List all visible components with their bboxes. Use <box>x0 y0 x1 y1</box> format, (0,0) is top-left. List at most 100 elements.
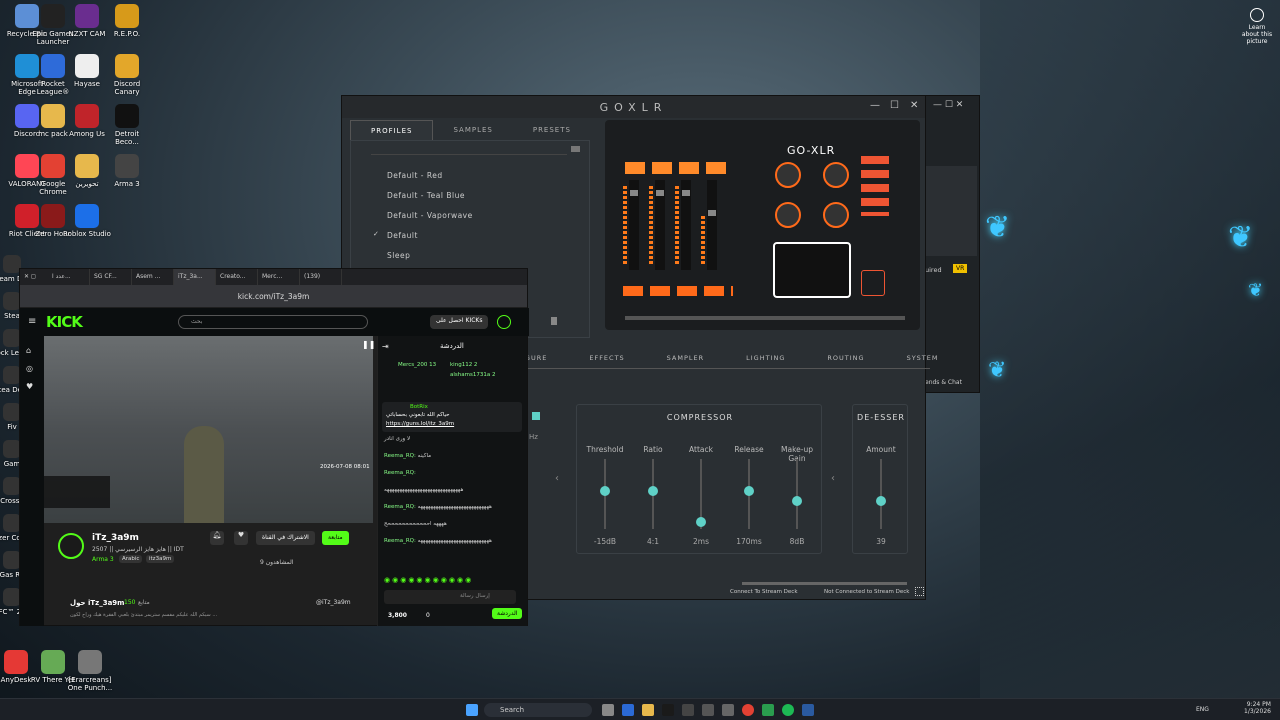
browser-tab[interactable]: Creato... <box>216 269 258 285</box>
tab-samples[interactable]: SAMPLES <box>433 120 512 141</box>
home-icon[interactable]: ⌂ <box>26 346 31 355</box>
browser-tab[interactable]: SG CF... <box>90 269 132 285</box>
slider-knob[interactable] <box>648 485 658 496</box>
app-icon[interactable] <box>682 704 694 716</box>
tab-lighting[interactable]: LIGHTING <box>746 354 785 362</box>
menu-icon[interactable]: ≡ <box>28 316 36 327</box>
scrollbar[interactable] <box>742 582 907 585</box>
compressor-slider[interactable]: Threshold -15dB <box>583 445 627 546</box>
clock[interactable]: 9:24 PM 1/3/2026 <box>1244 701 1271 715</box>
gifter[interactable]: Mercs_200 13 <box>398 362 436 368</box>
tab-presets[interactable]: PRESETS <box>513 120 591 141</box>
kick-logo[interactable]: KICK <box>46 313 83 331</box>
game-link[interactable]: Arma 3 <box>92 556 114 563</box>
desktop-icon[interactable]: Roblox Studio <box>63 204 111 238</box>
browser-tab[interactable]: (139) <box>300 269 342 285</box>
heart-icon[interactable]: ♥ <box>26 382 33 391</box>
url-text[interactable]: kick.com/iTz_3a9m <box>238 292 310 301</box>
spotify-icon[interactable] <box>782 704 794 716</box>
social-link[interactable]: @iTz_3a9m <box>316 599 351 606</box>
app-icon[interactable] <box>662 704 674 716</box>
app-icon[interactable] <box>722 704 734 716</box>
chat-username[interactable]: Reema_RQ: <box>384 538 416 544</box>
chevron-left-icon[interactable]: ‹ <box>831 473 835 484</box>
learn-about-picture[interactable]: Learn about this picture <box>1240 8 1274 45</box>
effect-buttons[interactable] <box>861 156 889 216</box>
profile-item-active[interactable]: Default <box>387 231 418 240</box>
fader-3[interactable] <box>681 180 691 270</box>
checkbox[interactable] <box>532 412 540 420</box>
chevron-left-icon[interactable]: ‹ <box>555 473 559 484</box>
gifter[interactable]: alshams1731a 2 <box>450 372 495 378</box>
chat-input[interactable]: إرسال رسالة <box>384 590 516 604</box>
slider-knob[interactable] <box>792 496 802 506</box>
tag[interactable]: Arabic <box>119 555 143 563</box>
compressor-slider[interactable]: Release 170ms <box>727 445 771 546</box>
folder-icon[interactable] <box>571 146 580 152</box>
chat-username[interactable]: Reema_RQ: <box>384 470 416 476</box>
chrome-icon[interactable] <box>742 704 754 716</box>
minimize-button[interactable]: — <box>870 100 880 111</box>
tab-system[interactable]: SYSTEM <box>907 354 939 362</box>
profile-item[interactable]: Sleep <box>387 251 410 260</box>
knob-4[interactable] <box>823 202 849 228</box>
channel-name[interactable]: iTz_3a9m <box>92 533 139 543</box>
chat-username[interactable]: Reema_RQ: <box>384 504 416 510</box>
sample-pads[interactable] <box>773 242 851 298</box>
language-indicator[interactable]: ENG <box>1196 706 1209 713</box>
follow-button[interactable]: متابعة <box>322 531 349 545</box>
chat-username[interactable]: Reema_RQ: <box>384 453 416 459</box>
compressor-slider[interactable]: Attack 2ms <box>679 445 723 546</box>
slider-knob[interactable] <box>600 485 610 496</box>
edge-icon[interactable] <box>622 704 634 716</box>
knob-2[interactable] <box>823 162 849 188</box>
slider-knob[interactable] <box>876 496 886 506</box>
grid-icon[interactable] <box>915 587 924 596</box>
tab-profiles[interactable]: PROFILES <box>350 120 434 141</box>
pinned-link[interactable]: https://guns.lol/itz_3a9m <box>386 421 454 427</box>
video-player[interactable]: 2026-07-08 08:01 ❚❚ <box>44 336 375 523</box>
subscribe-button[interactable]: الاشتراك في القناة <box>256 531 315 545</box>
fader-2[interactable] <box>655 180 665 270</box>
slider-knob[interactable] <box>744 485 754 496</box>
browser-window[interactable]: ✕ ◻ عدد ا... SG CF... Asem ... iTz_3a... Cre… <box>19 268 529 626</box>
tab-effects[interactable]: EFFECTS <box>589 354 624 362</box>
start-icon[interactable] <box>466 704 478 716</box>
desktop-icon[interactable]: Arma 3 <box>103 154 151 188</box>
desktop-icon[interactable]: Detroit Beco... <box>103 104 151 146</box>
profile-item[interactable]: Default - Vaporwave <box>387 211 473 220</box>
address-bar[interactable]: kick.com/iTz_3a9m <box>20 285 527 307</box>
maximize-button[interactable]: ☐ <box>890 100 899 111</box>
browse-icon[interactable]: ◎ <box>26 364 33 373</box>
pause-icon[interactable]: ❚❚ <box>362 340 375 349</box>
compressor-slider[interactable]: Make-up Gain8dB <box>775 445 819 546</box>
knob-1[interactable] <box>775 162 801 188</box>
task-view-icon[interactable] <box>602 704 614 716</box>
cough-button[interactable] <box>861 270 885 296</box>
browser-tab[interactable]: iTz_3a... <box>174 269 216 285</box>
background-window[interactable]: — ☐ ✕ uired VR ends & Chat <box>920 95 980 393</box>
slider-knob[interactable] <box>696 517 706 527</box>
browser-tab[interactable]: Asem ... <box>132 269 174 285</box>
fader-4[interactable] <box>707 180 717 270</box>
deesser-amount-slider[interactable]: Amount 39 <box>859 445 903 546</box>
fader-1[interactable] <box>629 180 639 270</box>
steam-icon[interactable] <box>802 704 814 716</box>
compressor-slider[interactable]: Ratio 4:1 <box>631 445 675 546</box>
close-button[interactable]: ✕ <box>910 100 918 111</box>
close-icon[interactable]: ✕ ◻ <box>20 269 48 285</box>
trash-icon[interactable] <box>551 317 557 325</box>
collapse-icon[interactable]: ⇥ <box>382 342 389 351</box>
profile-item[interactable]: Default - Red <box>387 171 443 180</box>
get-kicks-button[interactable]: احصل على KICKs <box>430 315 489 329</box>
explorer-icon[interactable] <box>642 704 654 716</box>
avatar[interactable] <box>497 315 511 329</box>
knob-3[interactable] <box>775 202 801 228</box>
browser-tab[interactable]: عدد ا... <box>48 269 90 285</box>
tag[interactable]: itz3a9m <box>146 555 175 563</box>
channel-avatar[interactable] <box>58 533 84 559</box>
emote-bar[interactable]: ◉◉◉◉◉◉◉◉◉◉◉ <box>384 576 524 586</box>
tab-sampler[interactable]: SAMPLER <box>667 354 704 362</box>
desktop-icon[interactable]: [Erarcreans] One Punch... <box>66 650 114 692</box>
tab-routing[interactable]: ROUTING <box>827 354 864 362</box>
